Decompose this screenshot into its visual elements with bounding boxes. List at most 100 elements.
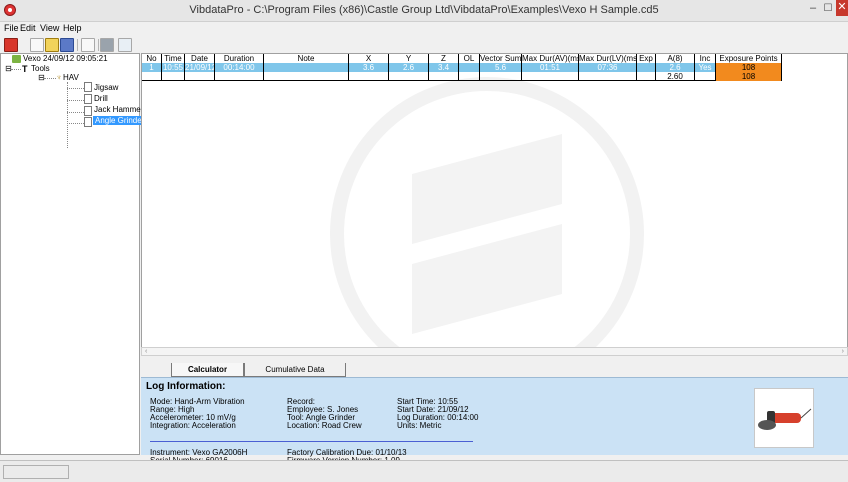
- col-header-inc[interactable]: Inc: [695, 54, 716, 63]
- table-cell: [579, 72, 637, 81]
- title-bar: VibdataPro - C:\Program Files (x86)\Cast…: [0, 0, 848, 22]
- print-icon[interactable]: [100, 38, 114, 52]
- table-cell: [264, 72, 349, 81]
- col-header-z[interactable]: Z: [429, 54, 459, 63]
- window-title: VibdataPro - C:\Program Files (x86)\Cast…: [189, 4, 659, 16]
- log-information-heading: Log Information:: [146, 381, 226, 392]
- table-cell: [522, 72, 579, 81]
- totals-row: 2.60 108: [142, 72, 782, 81]
- total-a8-cell: 2.60: [656, 72, 695, 81]
- table-row[interactable]: 1 10:55 21/09/12 00:14:00 3.6 2.6 3.4 5.…: [142, 63, 782, 72]
- menu-help[interactable]: Help: [63, 23, 82, 33]
- table-cell[interactable]: 2.6: [656, 63, 695, 72]
- tab-calculator[interactable]: Calculator: [171, 363, 244, 377]
- menu-view[interactable]: View: [40, 23, 59, 33]
- table-cell[interactable]: 2.6: [389, 63, 429, 72]
- col-header-vector-sum[interactable]: Vector Sum: [480, 54, 522, 63]
- status-bar: [0, 460, 848, 482]
- log-location: Location: Road Crew: [287, 421, 362, 430]
- table-cell[interactable]: 3.4: [429, 63, 459, 72]
- angle-grinder-icon: [758, 408, 812, 430]
- toolbar-separator: [98, 39, 99, 51]
- col-header-max-dur-lv[interactable]: Max Dur(LV)(ms): [579, 54, 637, 63]
- col-header-note[interactable]: Note: [264, 54, 349, 63]
- menu-edit[interactable]: Edit: [20, 23, 36, 33]
- document-icon: [84, 106, 92, 116]
- tab-cumulative-data[interactable]: Cumulative Data: [244, 363, 346, 377]
- toolbar: [0, 37, 848, 53]
- table-cell[interactable]: 00:14:00: [215, 63, 264, 72]
- tree-item-angle-grinder[interactable]: Angle Grinder: [93, 116, 147, 125]
- open-icon[interactable]: [45, 38, 59, 52]
- tree-connector: [67, 100, 84, 101]
- col-header-no[interactable]: No: [142, 54, 162, 63]
- tree-hav[interactable]: HAV: [63, 73, 79, 82]
- col-header-time[interactable]: Time: [162, 54, 185, 63]
- hav-icon: ♆: [56, 73, 62, 82]
- tree-tools[interactable]: Tools: [31, 64, 50, 73]
- table-cell[interactable]: 01:51: [522, 63, 579, 72]
- table-cell: [215, 72, 264, 81]
- document-icon: [84, 117, 92, 127]
- scroll-left-icon[interactable]: ‹: [145, 348, 147, 355]
- col-header-y[interactable]: Y: [389, 54, 429, 63]
- divider: [150, 441, 473, 442]
- save-icon[interactable]: [60, 38, 74, 52]
- col-header-a8[interactable]: A(8): [656, 54, 695, 63]
- log-units: Units: Metric: [397, 421, 442, 430]
- table-cell[interactable]: [264, 63, 349, 72]
- minimize-button[interactable]: –: [806, 2, 820, 16]
- menu-bar: File Edit View Help: [0, 22, 848, 36]
- status-panel: [3, 465, 69, 479]
- table-cell[interactable]: [637, 63, 656, 72]
- table-cell: [637, 72, 656, 81]
- data-icon: [12, 55, 21, 63]
- table-cell[interactable]: 07:36: [579, 63, 637, 72]
- tree-panel: Vexo 24/09/12 09:05:21 ⊟ T Tools ⊟ ♆ HAV…: [0, 53, 147, 455]
- table-cell[interactable]: 21/09/12: [185, 63, 215, 72]
- header-row: No Time Date Duration Note X Y Z OL Vect…: [142, 54, 782, 63]
- tree-item-jack-hammer[interactable]: Jack Hammer: [94, 105, 143, 114]
- table-cell: [389, 72, 429, 81]
- table-cell[interactable]: 1: [142, 63, 162, 72]
- home-icon[interactable]: [118, 38, 132, 52]
- table-cell: [185, 72, 215, 81]
- col-header-exposure-points[interactable]: Exposure Points: [716, 54, 782, 63]
- table-cell[interactable]: 3.6: [349, 63, 389, 72]
- table-cell: [459, 72, 480, 81]
- close-button[interactable]: ✕: [836, 0, 848, 16]
- document-icon: [84, 94, 92, 104]
- tree-connector: [67, 123, 84, 124]
- scroll-right-icon[interactable]: ›: [842, 348, 844, 355]
- table-cell: [349, 72, 389, 81]
- col-header-exp[interactable]: Exp: [637, 54, 656, 63]
- tree-item-jigsaw[interactable]: Jigsaw: [94, 83, 118, 92]
- tree-connector: [67, 112, 84, 113]
- menu-file[interactable]: File: [4, 23, 19, 33]
- col-header-duration[interactable]: Duration: [215, 54, 264, 63]
- col-header-ol[interactable]: OL: [459, 54, 480, 63]
- tree-item-drill[interactable]: Drill: [94, 94, 108, 103]
- table-cell[interactable]: 5.6: [480, 63, 522, 72]
- col-header-date[interactable]: Date: [185, 54, 215, 63]
- horizontal-scrollbar[interactable]: ‹ ›: [141, 347, 848, 356]
- tree-connector: [67, 88, 84, 89]
- exposure-points-cell[interactable]: 108: [716, 63, 782, 72]
- angle-grinder-image: [754, 388, 814, 448]
- tree-connector: [44, 78, 56, 79]
- table-cell[interactable]: 10:55: [162, 63, 185, 72]
- col-header-x[interactable]: X: [349, 54, 389, 63]
- log-integration: Integration: Acceleration: [150, 421, 236, 430]
- data-grid: No Time Date Duration Note X Y Z OL Vect…: [141, 53, 848, 355]
- new-icon[interactable]: [30, 38, 44, 52]
- table-cell: [480, 72, 522, 81]
- table-cell[interactable]: Yes: [695, 63, 716, 72]
- col-header-max-dur-av[interactable]: Max Dur(AV)(ms): [522, 54, 579, 63]
- exit-icon[interactable]: [4, 38, 18, 52]
- tree-root[interactable]: Vexo 24/09/12 09:05:21: [23, 54, 108, 63]
- table-cell[interactable]: [459, 63, 480, 72]
- maximize-button[interactable]: ☐: [822, 3, 834, 14]
- table-cell: [142, 72, 162, 81]
- tree-connector: [67, 82, 68, 148]
- copy-icon[interactable]: [81, 38, 95, 52]
